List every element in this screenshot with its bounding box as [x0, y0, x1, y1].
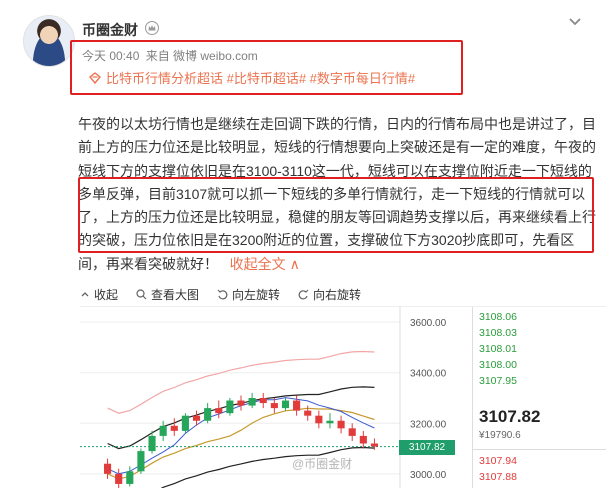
candle-body: [237, 400, 245, 406]
y-tick-label: 3000.00: [410, 470, 447, 481]
ask-price: 3108.03: [479, 327, 517, 339]
image-watermark: @币圈金财: [292, 457, 353, 471]
candle-body: [259, 398, 267, 404]
user-avatar[interactable]: [23, 15, 75, 67]
collapse-text-link[interactable]: 收起全文 ∧: [222, 256, 300, 272]
candle-body: [281, 400, 290, 409]
y-tick-label: 3400.00: [410, 369, 447, 380]
rotate-left-icon: [217, 289, 228, 300]
image-toolbar: 收起 查看大图 向左旋转 向右旋转: [80, 286, 379, 303]
candle-body: [204, 408, 212, 421]
candle-body: [170, 425, 178, 431]
candle-body: [270, 403, 278, 409]
y-tick-label: 3600.00: [410, 318, 447, 329]
candle-body: [137, 451, 145, 472]
candle-body: [192, 415, 201, 421]
candle-body: [104, 463, 112, 474]
candle-body: [304, 410, 312, 416]
candle-body: [293, 400, 301, 411]
post-topics[interactable]: 比特币行情分析超话 #比特币超话# #数字币每日行情#: [88, 68, 415, 87]
candle-body: [181, 415, 189, 431]
chart-image[interactable]: 3600.00 3400.00 3200.00 3000.00 3107.82 @币圈…: [80, 306, 606, 488]
chevron-down-icon[interactable]: [568, 17, 582, 27]
candle-body: [315, 415, 323, 424]
rotate-left-button[interactable]: 向左旋转: [217, 286, 280, 303]
bid-price: 3107.88: [479, 471, 517, 483]
candle-body: [326, 420, 334, 424]
rotate-right-icon: [298, 289, 309, 300]
ask-price: 3107.95: [479, 375, 517, 387]
post-time[interactable]: 今天 00:40: [82, 49, 139, 63]
highlight-box-body: [78, 177, 594, 253]
ask-price: 3108.00: [479, 359, 517, 371]
view-large-button[interactable]: 查看大图: [136, 286, 199, 303]
current-price-tag: 3107.82: [399, 439, 455, 455]
order-book-panel: 3108.06 3108.03 3108.01 3108.00 3107.95 …: [472, 307, 606, 488]
candle-body: [115, 473, 123, 484]
candle-body: [226, 400, 234, 414]
collapse-image-button[interactable]: 收起: [80, 286, 118, 303]
candle-body: [126, 471, 134, 484]
candle-body: [359, 435, 367, 444]
username[interactable]: 币圈金财: [82, 20, 138, 40]
panel-divider: [473, 449, 606, 450]
candle-body: [370, 443, 378, 447]
ask-price: 3108.06: [479, 311, 517, 323]
volume: ¥19790.6: [479, 430, 521, 441]
post-meta: 今天 00:40 来自 微博 weibo.com: [82, 47, 261, 64]
topic-diamond-icon: [89, 71, 101, 84]
candle-body: [148, 435, 156, 452]
weibo-post-card: 币圈金财 今天 00:40 来自 微博 weibo.com 比特币行情分析超话 …: [0, 0, 606, 488]
candle-body: [215, 408, 223, 414]
ask-price: 3108.01: [479, 343, 517, 355]
candle-body: [348, 428, 356, 436]
crown-icon: [145, 21, 159, 35]
post-source: 来自 微博 weibo.com: [145, 49, 258, 63]
y-tick-label: 3200.00: [410, 419, 447, 430]
candle-body: [248, 398, 256, 406]
fold-arrow: ∧: [289, 255, 300, 272]
bid-price: 3107.94: [479, 455, 517, 467]
candlestick-chart: 3600.00 3400.00 3200.00 3000.00: [80, 307, 447, 488]
last-price: 3107.82: [479, 407, 541, 426]
candle-body: [159, 425, 167, 436]
zoom-icon: [136, 289, 147, 300]
topics-text[interactable]: 比特币行情分析超话 #比特币超话# #数字币每日行情#: [106, 68, 415, 87]
rotate-right-button[interactable]: 向右旋转: [298, 286, 361, 303]
candle-body: [337, 420, 345, 429]
collapse-icon: [81, 291, 89, 296]
